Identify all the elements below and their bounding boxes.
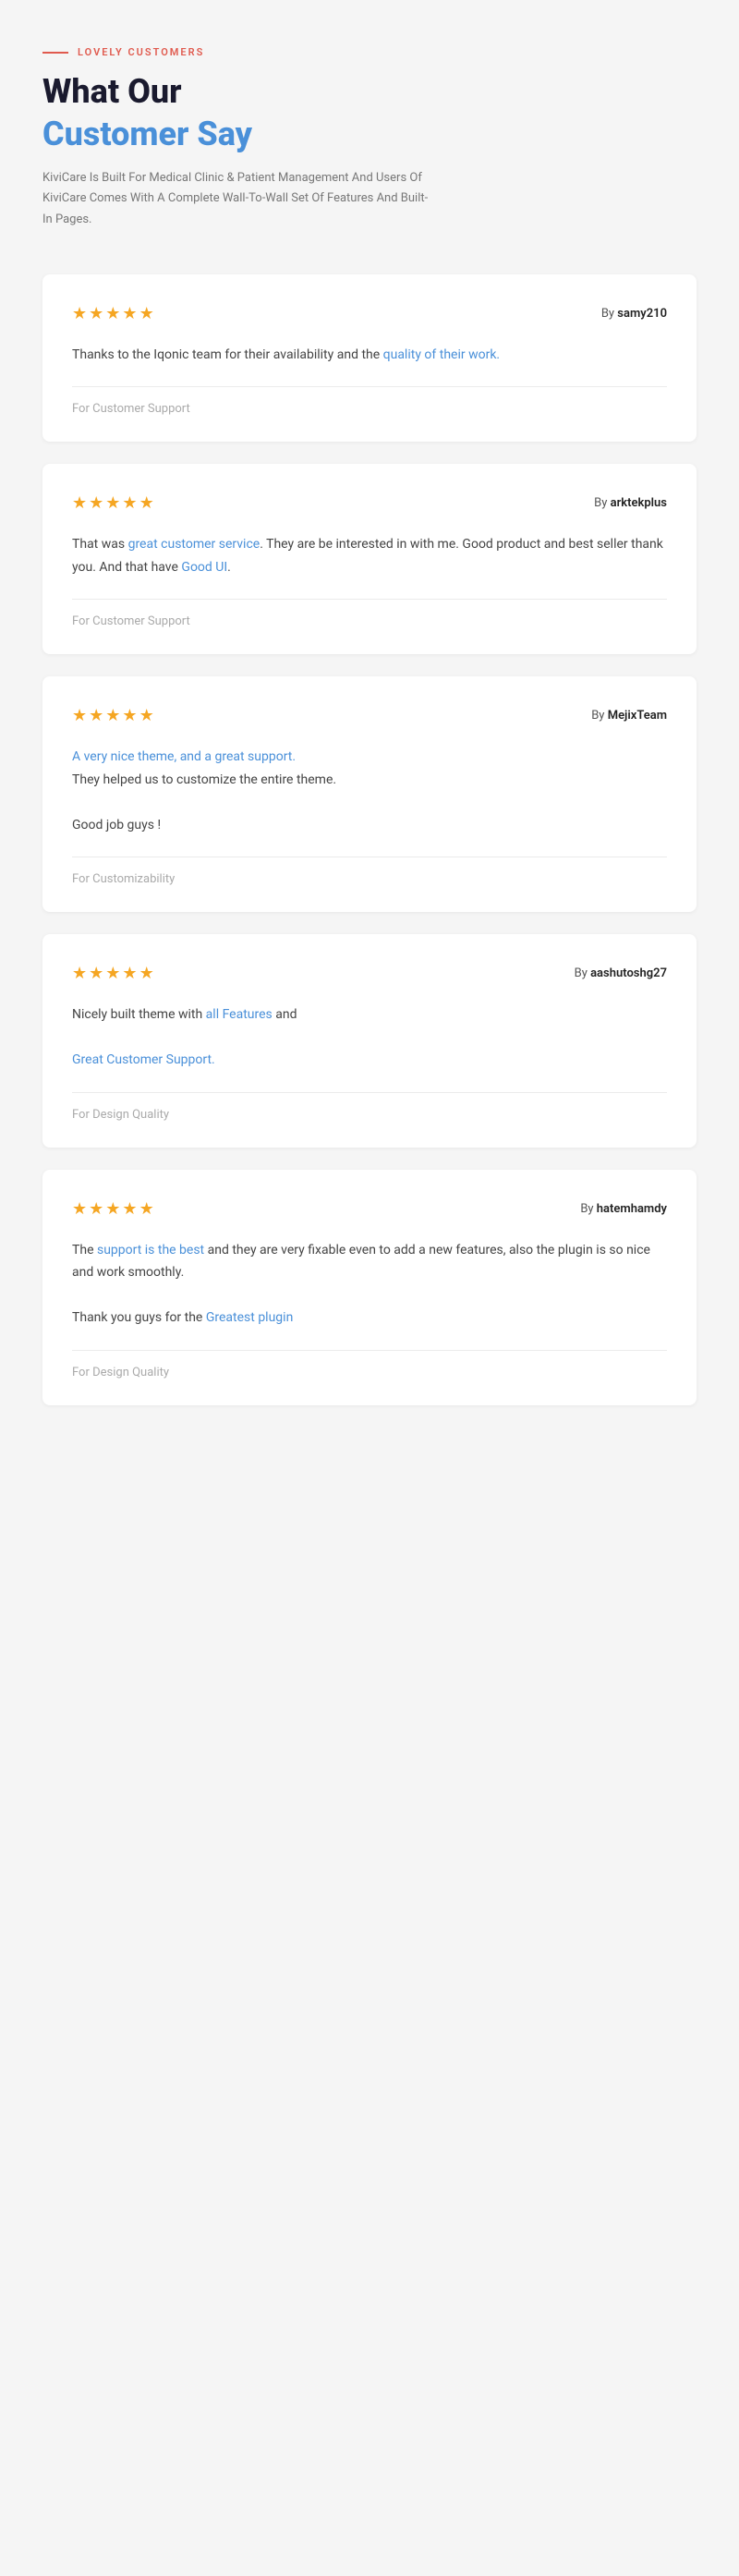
review-link-2b[interactable]: Good UI — [181, 560, 227, 575]
review-for-1: For Customer Support — [72, 402, 667, 416]
review-body-5: The support is the best and they are ver… — [72, 1239, 667, 1330]
review-link-2a[interactable]: great customer service — [128, 537, 260, 552]
star-3-4: ★ — [122, 706, 137, 725]
review-for-5: For Design Quality — [72, 1366, 667, 1379]
review-card-1: ★ ★ ★ ★ ★ By samy210 Thanks to the Iqoni… — [42, 274, 697, 443]
stars-5: ★ ★ ★ ★ ★ — [72, 1199, 154, 1219]
stars-4: ★ ★ ★ ★ ★ — [72, 964, 154, 983]
star-5-1: ★ — [72, 1199, 87, 1219]
star-4-4: ★ — [122, 964, 137, 983]
star-3-1: ★ — [72, 706, 87, 725]
review-author-2: By arktekplus — [594, 496, 667, 510]
section-label: LOVELY CUSTOMERS — [42, 46, 697, 58]
review-link-3a[interactable]: A very nice theme, and a great support. — [72, 749, 296, 764]
review-link-1[interactable]: quality of their work. — [383, 347, 500, 362]
review-body-1: Thanks to the Iqonic team for their avai… — [72, 344, 667, 367]
review-author-3: By MejixTeam — [591, 709, 667, 723]
star-2-4: ★ — [122, 493, 137, 513]
section-heading-block: What Our Customer Say — [42, 73, 697, 153]
review-body-4: Nicely built theme with all Features and… — [72, 1003, 667, 1072]
review-for-4: For Design Quality — [72, 1108, 667, 1122]
star-2-3: ★ — [105, 493, 120, 513]
star-5-4: ★ — [122, 1199, 137, 1219]
stars-1: ★ ★ ★ ★ ★ — [72, 304, 154, 323]
heading-line1: What Our — [42, 73, 697, 111]
reviews-container: ★ ★ ★ ★ ★ By samy210 Thanks to the Iqoni… — [42, 274, 697, 1405]
review-header-3: ★ ★ ★ ★ ★ By MejixTeam — [72, 706, 667, 725]
star-3-3: ★ — [105, 706, 120, 725]
review-author-1: By samy210 — [601, 307, 667, 321]
star-5-2: ★ — [89, 1199, 103, 1219]
review-for-2: For Customer Support — [72, 614, 667, 628]
stars-3: ★ ★ ★ ★ ★ — [72, 706, 154, 725]
star-4-2: ★ — [89, 964, 103, 983]
review-link-4a[interactable]: all Features — [206, 1007, 273, 1022]
heading-line2: Customer Say — [42, 115, 697, 153]
star-3-2: ★ — [89, 706, 103, 725]
star-1-2: ★ — [89, 304, 103, 323]
star-2-2: ★ — [89, 493, 103, 513]
review-card-5: ★ ★ ★ ★ ★ By hatemhamdy The support is t… — [42, 1170, 697, 1405]
review-for-3: For Customizability — [72, 872, 667, 886]
review-card-3: ★ ★ ★ ★ ★ By MejixTeam A very nice theme… — [42, 676, 697, 912]
star-2-5: ★ — [139, 493, 154, 513]
star-1-3: ★ — [105, 304, 120, 323]
star-4-3: ★ — [105, 964, 120, 983]
review-header-1: ★ ★ ★ ★ ★ By samy210 — [72, 304, 667, 323]
review-link-5b[interactable]: Greatest plugin — [206, 1310, 293, 1325]
page-container: LOVELY CUSTOMERS What Our Customer Say K… — [0, 0, 739, 1461]
stars-2: ★ ★ ★ ★ ★ — [72, 493, 154, 513]
review-header-5: ★ ★ ★ ★ ★ By hatemhamdy — [72, 1199, 667, 1219]
review-card-2: ★ ★ ★ ★ ★ By arktekplus That was great c… — [42, 464, 697, 654]
star-1-1: ★ — [72, 304, 87, 323]
review-card-4: ★ ★ ★ ★ ★ By aashutoshg27 Nicely built t… — [42, 934, 697, 1148]
label-line — [42, 52, 68, 54]
review-divider-4 — [72, 1092, 667, 1093]
review-body-2: That was great customer service. They ar… — [72, 533, 667, 578]
review-header-2: ★ ★ ★ ★ ★ By arktekplus — [72, 493, 667, 513]
review-author-5: By hatemhamdy — [580, 1202, 667, 1216]
review-author-4: By aashutoshg27 — [575, 966, 667, 980]
star-5-5: ★ — [139, 1199, 154, 1219]
star-1-4: ★ — [122, 304, 137, 323]
review-divider-2 — [72, 599, 667, 600]
label-text: LOVELY CUSTOMERS — [78, 46, 204, 58]
review-divider-5 — [72, 1350, 667, 1351]
star-4-5: ★ — [139, 964, 154, 983]
star-5-3: ★ — [105, 1199, 120, 1219]
review-header-4: ★ ★ ★ ★ ★ By aashutoshg27 — [72, 964, 667, 983]
star-4-1: ★ — [72, 964, 87, 983]
review-body-3: A very nice theme, and a great support. … — [72, 746, 667, 836]
star-3-5: ★ — [139, 706, 154, 725]
review-link-5a[interactable]: support is the best — [97, 1243, 204, 1258]
review-link-4b[interactable]: Great Customer Support. — [72, 1052, 215, 1067]
star-2-1: ★ — [72, 493, 87, 513]
review-divider-1 — [72, 386, 667, 387]
section-description: KiviCare Is Built For Medical Clinic & P… — [42, 168, 430, 229]
star-1-5: ★ — [139, 304, 154, 323]
